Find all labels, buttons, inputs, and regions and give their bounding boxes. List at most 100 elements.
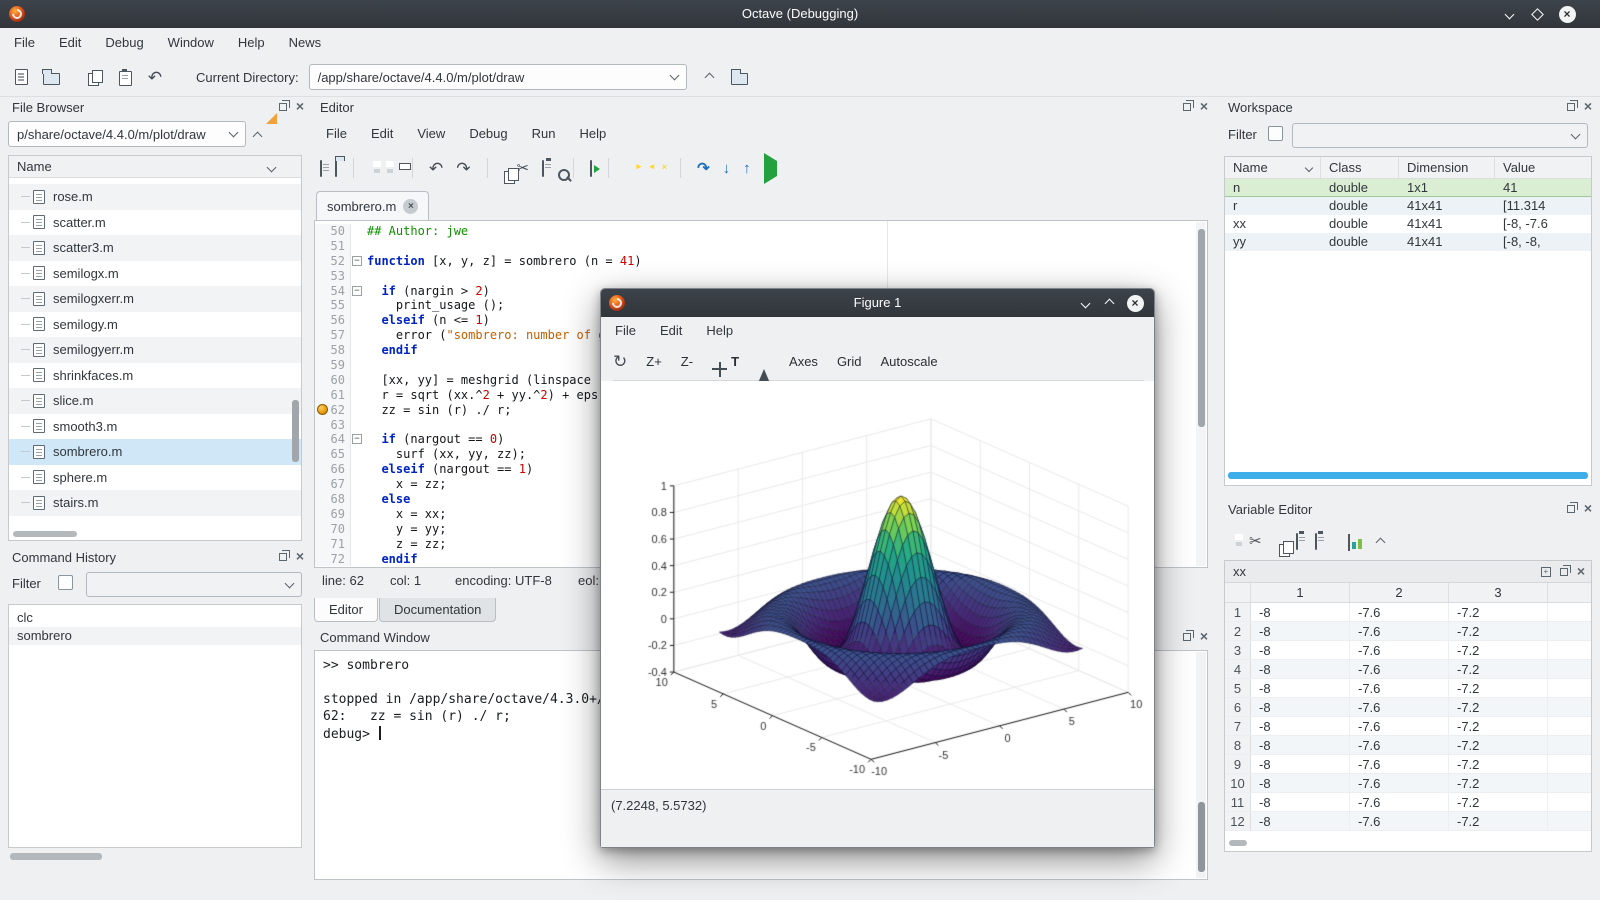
figure-menu-file[interactable]: File (603, 317, 648, 344)
workspace-row[interactable]: yydouble41x41[-8, -8, (1225, 233, 1591, 251)
editor-line[interactable]: 53 (315, 269, 1195, 284)
variable-row[interactable]: 1-8-7.6-7.2 (1225, 603, 1591, 622)
float-panel-icon[interactable] (1560, 568, 1568, 576)
variable-row[interactable]: 7-8-7.6-7.2 (1225, 717, 1591, 736)
file-list-item[interactable]: sphere.m (9, 465, 301, 491)
menu-news[interactable]: News (277, 29, 334, 56)
step-out-button[interactable]: ↑ (743, 161, 751, 176)
file-list-item[interactable]: semilogyerr.m (9, 337, 301, 363)
fold-icon[interactable]: − (352, 286, 362, 296)
float-panel-icon[interactable] (1567, 505, 1575, 513)
step-button[interactable]: ↷ (697, 161, 710, 176)
close-panel-icon[interactable]: × (1200, 631, 1208, 642)
float-panel-icon[interactable] (279, 103, 287, 111)
file-list-item[interactable]: semilogx.m (9, 261, 301, 287)
history-filter-checkbox[interactable] (58, 575, 73, 590)
column-header-name[interactable]: Name (1225, 157, 1321, 178)
paste-button[interactable] (542, 161, 544, 176)
terminal-vscrollbar[interactable] (1198, 802, 1205, 872)
editor-menu-run[interactable]: Run (520, 120, 568, 147)
maximize-button[interactable] (1528, 5, 1546, 23)
zoom-out-button[interactable]: Z- (681, 354, 693, 369)
editor-vscrollbar-track[interactable] (1196, 222, 1206, 566)
history-filter-combo[interactable] (86, 572, 302, 597)
float-panel-icon[interactable] (1567, 103, 1575, 111)
workspace-filter-combo[interactable] (1292, 123, 1588, 148)
figure-titlebar[interactable]: Figure 1 × (601, 289, 1154, 317)
maximize-button[interactable] (1100, 294, 1118, 312)
column-header-dimension[interactable]: Dimension (1399, 157, 1495, 178)
paste-button[interactable] (110, 62, 140, 92)
directory-up-button[interactable] (695, 62, 725, 92)
axes-button[interactable]: Axes (789, 354, 818, 369)
grid-button[interactable]: Grid (837, 354, 862, 369)
column-header-class[interactable]: Class (1321, 157, 1399, 178)
history-item[interactable]: sombrero (9, 627, 301, 645)
column-header[interactable]: 2 (1350, 583, 1449, 602)
variable-row[interactable]: 5-8-7.6-7.2 (1225, 679, 1591, 698)
figure-menu-help[interactable]: Help (694, 317, 745, 344)
file-list-item[interactable]: sombrero.m (9, 439, 301, 465)
editor-file-tab[interactable]: sombrero.m × (316, 191, 429, 220)
variable-tab-header[interactable]: xx × (1225, 561, 1591, 583)
float-panel-icon[interactable] (1183, 103, 1191, 111)
figure-window[interactable]: Figure 1 × FileEditHelp ↻ Z+ Z- T Axes G… (600, 288, 1155, 848)
tab-close-button[interactable]: × (403, 199, 418, 214)
close-panel-icon[interactable]: × (296, 551, 304, 562)
menu-file[interactable]: File (2, 29, 47, 56)
command-history-hscrollbar[interactable] (10, 853, 102, 860)
workspace-row[interactable]: ndouble1x141 (1225, 179, 1591, 197)
workspace-hscrollbar[interactable] (1228, 472, 1588, 479)
new-file-button[interactable] (320, 161, 322, 176)
variable-row[interactable]: 12-8-7.6-7.2 (1225, 812, 1591, 831)
file-list-header[interactable]: Name (9, 156, 301, 178)
cut-button[interactable]: ✂ (1249, 534, 1262, 549)
workspace-row[interactable]: rdouble41x41[11.314 (1225, 197, 1591, 215)
file-browser-path-combo[interactable]: p/share/octave/4.4.0/m/plot/draw (8, 121, 246, 147)
variable-row[interactable]: 9-8-7.6-7.2 (1225, 755, 1591, 774)
workspace-filter-checkbox[interactable] (1268, 126, 1283, 141)
paste-button[interactable] (1296, 534, 1298, 549)
editor-menu-debug[interactable]: Debug (457, 120, 519, 147)
file-browser-vscrollbar[interactable] (292, 400, 299, 462)
variable-row[interactable]: 3-8-7.6-7.2 (1225, 641, 1591, 660)
workspace-table-header[interactable]: Name Class Dimension Value (1225, 157, 1591, 179)
close-button[interactable]: × (1126, 294, 1144, 312)
one-level-up-button[interactable] (1377, 534, 1384, 549)
undo-button[interactable]: ↶ (140, 62, 170, 92)
menu-help[interactable]: Help (226, 29, 277, 56)
paste-table-button[interactable] (1315, 534, 1317, 549)
tab-documentation[interactable]: Documentation (379, 598, 496, 622)
fold-icon[interactable]: − (352, 434, 362, 444)
tab-editor[interactable]: Editor (314, 598, 378, 622)
variable-row[interactable]: 11-8-7.6-7.2 (1225, 793, 1591, 812)
fold-icon[interactable]: − (352, 256, 362, 266)
variable-row[interactable]: 2-8-7.6-7.2 (1225, 622, 1591, 641)
menu-window[interactable]: Window (156, 29, 226, 56)
dock-grid-icon[interactable] (1541, 567, 1551, 577)
file-list-item[interactable]: slice.m (9, 388, 301, 414)
minimize-button[interactable] (1500, 5, 1518, 23)
file-list-item[interactable]: rose.m (9, 184, 301, 210)
close-panel-icon[interactable]: × (1577, 566, 1585, 577)
file-list-item[interactable]: smooth3.m (9, 414, 301, 440)
editor-menu-file[interactable]: File (314, 120, 359, 147)
variable-row[interactable]: 4-8-7.6-7.2 (1225, 660, 1591, 679)
copy-button[interactable] (80, 62, 110, 92)
step-in-button[interactable]: ↓ (723, 161, 731, 176)
editor-menu-edit[interactable]: Edit (359, 120, 405, 147)
variable-row[interactable]: 10-8-7.6-7.2 (1225, 774, 1591, 793)
variable-editor-hscrollbar[interactable] (1229, 840, 1247, 846)
file-list-item[interactable]: scatter.m (9, 210, 301, 236)
new-script-button[interactable] (6, 62, 36, 92)
editor-line[interactable]: 51 (315, 239, 1195, 254)
autoscale-button[interactable]: Autoscale (881, 354, 938, 369)
terminal-vscrollbar-track[interactable] (1196, 652, 1206, 878)
browse-directory-button[interactable] (725, 62, 755, 92)
window-titlebar[interactable]: Octave (Debugging) × (0, 0, 1600, 28)
run-file-button[interactable] (590, 161, 592, 176)
column-header-value[interactable]: Value (1495, 157, 1591, 178)
text-tool-button[interactable]: T (731, 354, 739, 369)
editor-vscrollbar[interactable] (1198, 229, 1205, 427)
close-panel-icon[interactable]: × (1584, 101, 1592, 112)
